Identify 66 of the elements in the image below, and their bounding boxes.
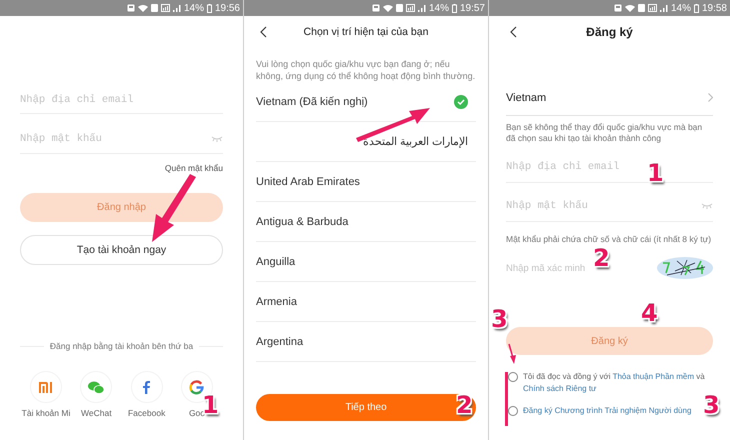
clock: 19:58 — [702, 2, 727, 14]
provider-label: Tài khoản Mi — [22, 408, 70, 418]
annotation-number: 1 — [647, 160, 664, 186]
arrow — [152, 174, 196, 242]
provider-label: Facebook — [128, 408, 166, 418]
wifi-icon — [382, 4, 393, 12]
third-party-heading: Đăng nhập bằng tài khoản bên thứ ba — [50, 341, 194, 351]
arrow — [508, 344, 516, 364]
password-hint: Mật khẩu phải chứa chữ số và chữ cái (ít nhất 8 ký tự) — [506, 234, 712, 245]
annotation-number: 4 — [641, 300, 658, 326]
agreement-link[interactable]: Chính sách Riêng tư — [523, 384, 596, 393]
clock: 19:57 — [460, 2, 485, 14]
back-icon[interactable] — [510, 26, 517, 38]
chevron-right-icon — [708, 93, 713, 102]
battery-percent: 14% — [428, 2, 449, 14]
country-item[interactable]: Antigua & Barbuda — [256, 202, 476, 242]
signal-icon — [660, 4, 668, 12]
agreement-text: Tôi đã đọc và đồng ý với Thỏa thuận Phần mềm và Chính sách Riêng tư — [523, 371, 706, 395]
battery-icon — [694, 4, 699, 12]
country-selector[interactable]: Vietnam — [506, 80, 713, 116]
battery-icon — [452, 4, 457, 12]
country-item[interactable]: Armenia — [256, 282, 476, 322]
notification-icon — [126, 4, 135, 12]
country-item[interactable]: Anguilla — [256, 242, 476, 282]
notification-icon — [614, 4, 622, 12]
country-item[interactable]: United Arab Emirates — [256, 162, 476, 202]
wifi-icon — [624, 4, 635, 12]
annotation-number: 2 — [456, 392, 473, 418]
facebook-icon — [143, 380, 150, 394]
provider-label: WeChat — [81, 408, 112, 418]
sim-icon — [396, 4, 403, 12]
provider-button[interactable] — [130, 371, 163, 403]
forgot-password-link[interactable]: Quên mật khẩu — [164, 163, 223, 173]
data-icon — [160, 4, 170, 12]
highlight-bar — [505, 372, 508, 426]
agreement-link[interactable]: Thỏa thuận Phần mềm — [612, 372, 694, 381]
screen-title: Chọn vị trí hiện tại của bạn — [304, 26, 428, 38]
data-icon — [406, 4, 415, 12]
country-item[interactable]: Argentina — [256, 322, 476, 362]
provider-button[interactable] — [30, 371, 62, 403]
signal-icon — [418, 4, 426, 12]
chat-bubbles-icon — [88, 380, 104, 394]
battery-percent: 14% — [184, 2, 204, 14]
clock: 19:56 — [214, 2, 240, 14]
battery-percent: 14% — [670, 2, 691, 14]
screen-title: Đăng ký — [586, 25, 633, 39]
google-icon — [189, 380, 204, 394]
signal-icon — [172, 4, 181, 12]
back-icon[interactable] — [260, 26, 267, 38]
annotation-number: 2 — [593, 245, 610, 271]
annotation-number: 3 — [491, 306, 508, 332]
wifi-icon — [138, 4, 148, 12]
check-icon — [454, 94, 468, 108]
sim-icon — [150, 4, 158, 12]
create-account-button[interactable]: Tạo tài khoản ngay — [20, 235, 223, 265]
agreement-link[interactable]: Đăng ký Chương trình Trải nghiệm Người dùng — [523, 406, 692, 415]
sim-icon — [638, 4, 645, 12]
email-field[interactable]: Nhập địa chỉ email — [20, 86, 223, 114]
annotation-number: 3 — [703, 392, 720, 418]
mi-logo-icon — [39, 382, 53, 392]
notification-icon — [372, 4, 380, 12]
country-note: Bạn sẽ không thể thay đổi quốc gia/khu vực mà bạn đã chọn sau khi tạo tài khoản thành công — [506, 122, 704, 144]
battery-icon — [206, 4, 212, 12]
provider-button[interactable] — [80, 371, 112, 403]
data-icon — [648, 4, 657, 12]
region-hint: Vui lòng chọn quốc gia/khu vực bạn đang ở; nếu không, ứng dụng có thể không hoạt động bình thường. — [256, 58, 476, 82]
